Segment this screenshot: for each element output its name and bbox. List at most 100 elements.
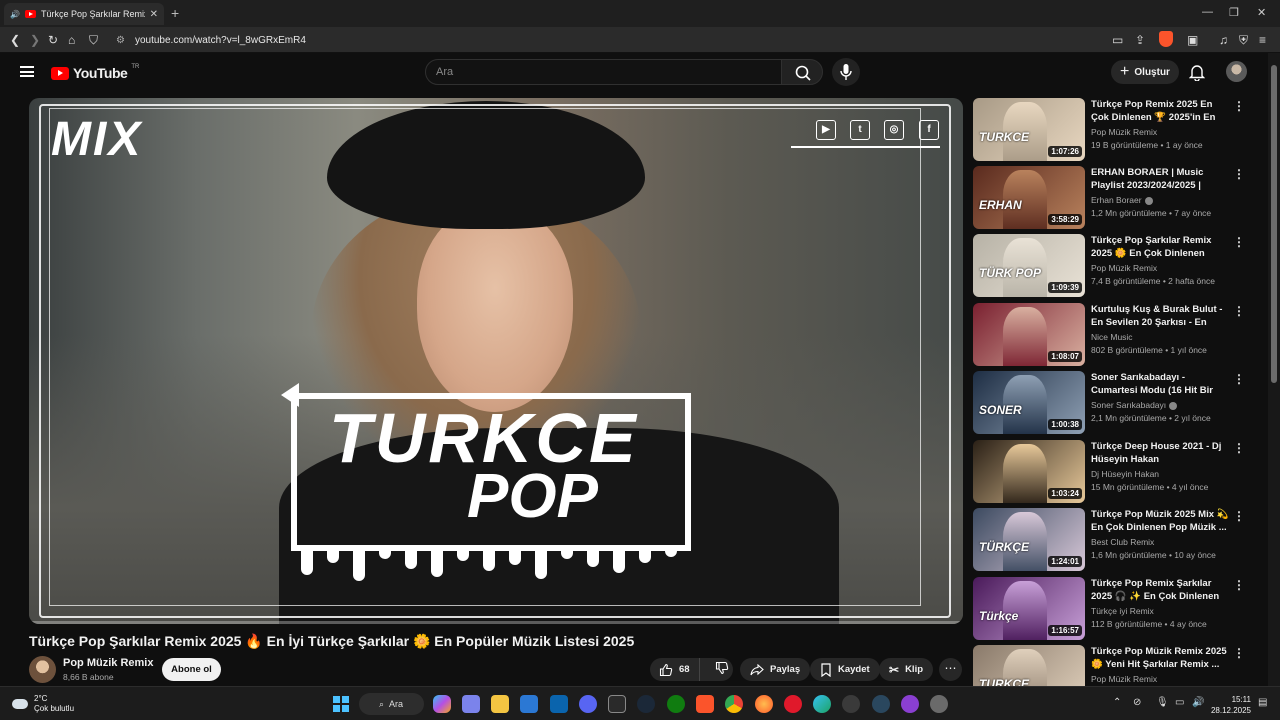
vpn-icon[interactable]: ⛨ [1239, 32, 1248, 48]
create-button[interactable]: + Oluştur [1111, 60, 1179, 84]
share-icon[interactable]: ⇪ [1135, 32, 1145, 48]
copilot-icon[interactable] [433, 695, 451, 713]
file-explorer-icon[interactable] [491, 695, 509, 713]
chrome-icon[interactable] [725, 695, 743, 713]
search-input[interactable]: Ara [425, 59, 782, 85]
brave-shields-icon[interactable] [1159, 31, 1173, 47]
sidebar-icon[interactable]: ▣ [1187, 32, 1198, 48]
recommendation-title[interactable]: Türkçe Deep House 2021 - Dj Hüseyin Haka… [1091, 440, 1229, 466]
display-icon[interactable]: ▭ [1175, 697, 1184, 708]
recommendation-channel[interactable]: Pop Müzik Remix [1091, 127, 1157, 137]
notifications-bell-icon[interactable] [1189, 63, 1205, 81]
windows-start-icon[interactable] [333, 696, 349, 712]
kebab-menu-icon[interactable]: ⋮ [1233, 579, 1245, 591]
steam-icon[interactable] [637, 695, 655, 713]
kebab-menu-icon[interactable]: ⋮ [1233, 168, 1245, 180]
recommendation-title[interactable]: Soner Sarıkabadayı - Cumartesi Modu (16 … [1091, 371, 1229, 397]
new-tab-icon[interactable]: + [171, 5, 179, 21]
recommendation-channel[interactable]: Türkçe iyi Remix [1091, 606, 1154, 616]
teams-icon[interactable] [462, 695, 480, 713]
channel-avatar[interactable] [29, 656, 56, 683]
restore-icon[interactable]: ❐ [1229, 6, 1239, 19]
home-icon[interactable]: ⌂ [68, 32, 75, 48]
opera-icon[interactable] [784, 695, 802, 713]
network-off-icon[interactable]: ⊘ [1133, 697, 1141, 708]
system-clock[interactable]: 15:11 28.12.2025 [1209, 694, 1251, 716]
recommendation-title[interactable]: Türkçe Pop Müzik Remix 2025 🌼 Yeni Hit Ş… [1091, 645, 1229, 671]
player-progress-bar[interactable] [29, 621, 963, 624]
scrollbar-thumb[interactable] [1271, 65, 1277, 383]
recommendation-thumbnail[interactable]: ERHAN 3:58:29 [973, 166, 1085, 229]
recommendation-channel[interactable]: Soner Sarıkabadayı [1091, 400, 1178, 410]
recommendation-thumbnail[interactable]: 1:03:24 [973, 440, 1085, 503]
recommendation-item[interactable]: TURKCE 1:07:26 Türkçe Pop Remix 2025 En Ço… [973, 98, 1245, 162]
menu-icon[interactable]: ≡ [1259, 32, 1266, 48]
recommendation-title[interactable]: ERHAN BORAER | Music Playlist 2023/2024/… [1091, 166, 1229, 192]
taskbar-search[interactable]: ⌕ Ara [359, 693, 424, 715]
notification-icon[interactable]: ▤ [1258, 697, 1267, 708]
recommendation-item[interactable]: Türkçe 1:16:57 Türkçe Pop Remix Şarkılar 2… [973, 577, 1245, 641]
xbox-icon[interactable] [667, 695, 685, 713]
recommendation-channel[interactable]: Pop Müzik Remix [1091, 674, 1157, 684]
github-icon[interactable] [842, 695, 860, 713]
recommendation-item[interactable]: TÜRK POP 1:09:39 Türkçe Pop Şarkılar Remix… [973, 234, 1245, 298]
recommendation-title[interactable]: Kurtuluş Kuş & Burak Bulut - En Sevilen … [1091, 303, 1229, 329]
browser-tab[interactable]: 🔊 Türkçe Pop Şarkılar Remix 20 ✕ [4, 3, 164, 25]
more-actions-button[interactable]: ⋯ [939, 658, 962, 681]
brave-browser-icon[interactable] [696, 695, 714, 713]
kebab-menu-icon[interactable]: ⋮ [1233, 305, 1245, 317]
bookmark-icon[interactable]: ⛉ [89, 32, 98, 48]
recommendation-item[interactable]: ERHAN 3:58:29 ERHAN BORAER | Music Playlis… [973, 166, 1245, 230]
reload-icon[interactable]: ↻ [48, 32, 58, 48]
store-icon[interactable] [520, 695, 538, 713]
kebab-menu-icon[interactable]: ⋮ [1233, 373, 1245, 385]
microphone-tray-icon[interactable]: 🎙 [1156, 697, 1169, 708]
account-avatar[interactable] [1226, 61, 1247, 82]
back-icon[interactable]: ❮ [10, 32, 20, 48]
subscribe-button[interactable]: Abone ol [162, 658, 221, 681]
recommendation-thumbnail[interactable]: 1:08:07 [973, 303, 1085, 366]
recommendation-channel[interactable]: Pop Müzik Remix [1091, 263, 1157, 273]
kebab-menu-icon[interactable]: ⋮ [1233, 647, 1243, 659]
edge-icon[interactable] [813, 695, 831, 713]
video-player[interactable]: MIX ▶ t ◎ f TURKCE POP [29, 98, 963, 624]
recommendation-thumbnail[interactable]: TÜRK POP 1:09:39 [973, 234, 1085, 297]
recommendation-channel[interactable]: Best Club Remix [1091, 537, 1154, 547]
recommendation-channel[interactable]: Erhan Boraer [1091, 195, 1153, 205]
recommendation-item[interactable]: SONER 1:00:38 Soner Sarıkabadayı - Cumarte… [973, 371, 1245, 435]
address-bar[interactable]: ⚙ youtube.com/watch?v=l_8wGRxEmR4 [108, 30, 1148, 50]
recommendation-title[interactable]: Türkçe Pop Remix Şarkılar 2025 🎧 ✨ En Ço… [1091, 577, 1229, 603]
guide-menu-icon[interactable] [20, 66, 34, 77]
recommendation-thumbnail[interactable]: TURKCE 1:07:26 [973, 98, 1085, 161]
cast-icon[interactable]: ▭ [1112, 32, 1123, 48]
search-button[interactable] [781, 59, 823, 85]
kebab-menu-icon[interactable]: ⋮ [1233, 236, 1245, 248]
kebab-menu-icon[interactable]: ⋮ [1233, 100, 1245, 112]
forward-icon[interactable]: ❯ [30, 32, 40, 48]
youtube-logo[interactable]: YouTube TR [51, 64, 139, 81]
volume-icon[interactable]: 🔊 [1192, 697, 1204, 708]
clip-button[interactable]: ✂ Klip [879, 658, 934, 681]
like-button[interactable]: 68 [650, 658, 700, 681]
discord-icon[interactable] [579, 695, 597, 713]
recommendation-item[interactable]: 1:03:24 Türkçe Deep House 2021 - Dj Hüsey… [973, 440, 1245, 504]
firefox-icon[interactable] [755, 695, 773, 713]
weather-widget[interactable]: 2°C Çok bulutlu [12, 694, 74, 714]
settings-icon[interactable] [930, 695, 948, 713]
channel-name[interactable]: Pop Müzik Remix [63, 657, 153, 669]
voice-search-button[interactable] [832, 58, 860, 86]
recommendation-item[interactable]: 1:08:07 Kurtuluş Kuş & Burak Bulut - En S… [973, 303, 1245, 367]
close-tab-icon[interactable]: ✕ [150, 9, 158, 20]
site-info-icon[interactable]: ⚙ [116, 35, 125, 46]
dislike-button[interactable] [706, 661, 738, 678]
recommendation-thumbnail[interactable]: Türkçe 1:16:57 [973, 577, 1085, 640]
kebab-menu-icon[interactable]: ⋮ [1233, 510, 1245, 522]
share-button[interactable]: Paylaş [740, 658, 811, 681]
kebab-menu-icon[interactable]: ⋮ [1233, 442, 1245, 454]
recommendation-item[interactable]: TÜRKÇE 1:24:01 Türkçe Pop Müzik 2025 Mix 💫… [973, 508, 1245, 572]
recommendation-item[interactable]: TURKCE Türkçe Pop Müzik Remix 2025 🌼 Yeni… [973, 645, 1243, 686]
save-button[interactable]: Kaydet [810, 658, 880, 681]
close-window-icon[interactable]: ✕ [1257, 6, 1266, 19]
outlook-icon[interactable] [550, 695, 568, 713]
recommendation-thumbnail[interactable]: TÜRKÇE 1:24:01 [973, 508, 1085, 571]
